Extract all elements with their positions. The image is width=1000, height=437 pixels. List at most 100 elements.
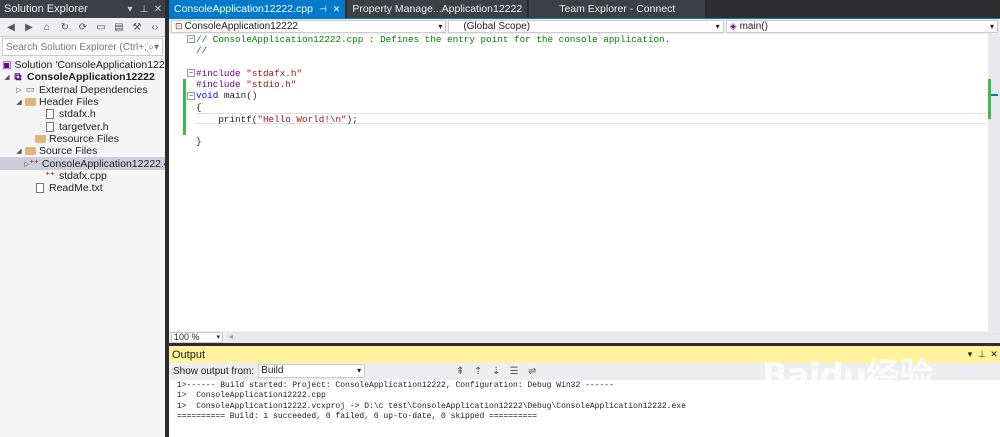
chevron-down-icon: ▾ bbox=[357, 366, 362, 375]
code-line[interactable]: void main() bbox=[196, 90, 986, 101]
keyword-token: void bbox=[196, 90, 219, 102]
tree-item-label: targetver.h bbox=[59, 120, 109, 133]
zoom-value: 100 % bbox=[174, 331, 200, 342]
code-line[interactable] bbox=[196, 57, 986, 68]
references-icon: ▭ bbox=[25, 84, 35, 95]
word-wrap-icon[interactable]: ⇌ bbox=[525, 364, 539, 378]
tree-item-label: ConsoleApplication12222 bbox=[27, 71, 155, 84]
output-source-dropdown[interactable]: Build ▾ bbox=[258, 364, 366, 378]
horizontal-scrollbar[interactable]: ◂ bbox=[227, 332, 1000, 342]
tree-item[interactable]: ◢ Source Files bbox=[0, 145, 165, 157]
find-message-icon[interactable]: ⇞ bbox=[453, 364, 467, 378]
pin-icon[interactable]: ⊣ bbox=[319, 4, 327, 15]
project-dropdown[interactable]: ⊡ ConsoleApplication12222 ▾ bbox=[171, 20, 447, 33]
code-line[interactable]: #include "stdafx.h" bbox=[196, 68, 986, 79]
code-line[interactable]: } bbox=[196, 136, 986, 147]
next-message-icon[interactable]: ⇣ bbox=[489, 364, 503, 378]
tree-item[interactable]: stdafx.h bbox=[0, 108, 165, 120]
solution-explorer-toolbar: ◀ ▶ ⌂ ↻ ⟳ ▭ ▤ ⚒ ‹› bbox=[0, 18, 165, 37]
cpp-file-icon: ⊡ bbox=[175, 21, 183, 31]
code-line[interactable]: // ConsoleApplication12222.cpp : Defines… bbox=[196, 34, 986, 45]
collapse-all-icon[interactable]: ▭ bbox=[94, 20, 108, 34]
output-line: ========== Build: 1 succeeded, 0 failed,… bbox=[177, 411, 538, 421]
solution-explorer-title: Solution Explorer bbox=[4, 3, 88, 15]
vertical-scrollbar[interactable] bbox=[988, 34, 1000, 331]
tree-item-label: ConsoleApplication12222.cpp bbox=[41, 157, 181, 170]
tree-item[interactable]: ◢ Header Files bbox=[0, 96, 165, 108]
editor-zoom-bar: 100 % ▾ ◂ bbox=[169, 331, 1000, 343]
solution-icon: ▣ bbox=[2, 59, 12, 71]
include-path: "stdio.h" bbox=[246, 79, 297, 91]
tree-item[interactable]: Resource Files bbox=[0, 133, 165, 145]
tree-item[interactable]: ▷ ▭ External Dependencies bbox=[0, 84, 165, 96]
solution-explorer-search[interactable]: ⌕▾ bbox=[2, 38, 163, 56]
sync-icon[interactable]: ↻ bbox=[58, 20, 72, 34]
back-icon[interactable]: ◀ bbox=[4, 20, 18, 34]
collapsed-arrow-icon[interactable]: ▷ bbox=[14, 86, 24, 94]
refresh-icon[interactable]: ⟳ bbox=[76, 20, 90, 34]
tree-item-label: Header Files bbox=[39, 96, 99, 109]
tab-consoleapplication-cpp[interactable]: ConsoleApplication12222.cpp ⊣ ✕ bbox=[169, 0, 346, 18]
output-text-area[interactable]: 1>------ Build started: Project: Console… bbox=[169, 380, 1000, 437]
previous-message-icon[interactable]: ⇡ bbox=[471, 364, 485, 378]
tree-item-label: Source Files bbox=[39, 145, 98, 158]
chevron-down-icon: ▾ bbox=[715, 22, 720, 31]
search-icon[interactable]: ⌕▾ bbox=[148, 42, 159, 53]
header-file-icon bbox=[44, 109, 56, 120]
output-line: 1>------ Build started: Project: Console… bbox=[177, 381, 614, 390]
solution-explorer-titlebar: Solution Explorer ▾ ⊥ ✕ bbox=[0, 0, 165, 18]
close-icon[interactable]: ✕ bbox=[988, 349, 1000, 360]
close-icon[interactable]: ✕ bbox=[333, 4, 341, 15]
folder-icon bbox=[34, 134, 46, 144]
search-input[interactable] bbox=[6, 41, 149, 53]
tree-item-label: ReadMe.txt bbox=[49, 182, 103, 195]
code-editor[interactable]: − − − // ConsoleApplication12222.cpp : D… bbox=[169, 34, 1000, 331]
tab-property-manager[interactable]: Property Manage...Application12222 bbox=[347, 0, 528, 18]
code-line-current[interactable]: printf("Hello World!\n"); bbox=[196, 113, 986, 126]
code-line[interactable]: { bbox=[196, 102, 986, 113]
output-title: Output bbox=[172, 348, 206, 361]
wrench-icon[interactable]: ⚒ bbox=[130, 20, 144, 34]
expanded-arrow-icon[interactable]: ◢ bbox=[14, 98, 24, 106]
expanded-arrow-icon[interactable]: ◢ bbox=[2, 73, 12, 81]
close-icon[interactable]: ✕ bbox=[151, 4, 165, 15]
code-line[interactable] bbox=[196, 124, 986, 135]
collapse-icon[interactable]: − bbox=[187, 35, 195, 43]
member-dropdown[interactable]: ◈ main() ▾ bbox=[725, 20, 998, 33]
dropdown-icon[interactable]: ▾ bbox=[123, 4, 137, 15]
tree-item[interactable]: ⁺⁺ stdafx.cpp bbox=[0, 170, 165, 182]
pin-icon[interactable]: ⊥ bbox=[137, 4, 151, 15]
tab-label: ConsoleApplication12222.cpp bbox=[174, 3, 313, 15]
dropdown-icon[interactable]: ▾ bbox=[964, 349, 976, 360]
output-toolbar: Show output from: Build ▾ ⇞ ⇡ ⇣ ☰ ⇌ bbox=[169, 363, 1000, 379]
scope-dropdown[interactable]: (Global Scope) ▾ bbox=[448, 20, 724, 33]
scope-dropdown-value: (Global Scope) bbox=[463, 21, 531, 32]
collapse-icon[interactable]: − bbox=[187, 69, 195, 77]
tree-item[interactable]: ReadMe.txt bbox=[0, 182, 165, 194]
output-panel: Output ▾ ⊥ ✕ Show output from: Build ▾ ⇞… bbox=[169, 346, 1000, 437]
tab-label: Property Manage...Application12222 bbox=[352, 3, 523, 15]
zoom-dropdown[interactable]: 100 % ▾ bbox=[171, 331, 223, 343]
member-dropdown-value: main() bbox=[739, 21, 768, 32]
forward-icon[interactable]: ▶ bbox=[22, 20, 36, 34]
code-line[interactable]: #include "stdio.h" bbox=[196, 79, 986, 90]
clear-all-icon[interactable]: ☰ bbox=[507, 364, 521, 378]
editor-gutter: − − − bbox=[169, 34, 195, 331]
show-output-label: Show output from: bbox=[173, 365, 255, 377]
code-view-icon[interactable]: ‹› bbox=[148, 20, 162, 34]
code-line[interactable]: // bbox=[196, 45, 986, 56]
code-area[interactable]: // ConsoleApplication12222.cpp : Defines… bbox=[196, 34, 986, 147]
call-token: printf( bbox=[196, 114, 258, 126]
document-tabs: ConsoleApplication12222.cpp ⊣ ✕ Property… bbox=[169, 0, 1000, 18]
collapse-icon[interactable]: − bbox=[187, 92, 195, 100]
home-icon[interactable]: ⌂ bbox=[40, 20, 54, 34]
expanded-arrow-icon[interactable]: ◢ bbox=[14, 147, 24, 155]
tree-item[interactable]: ◢ ⧉ ConsoleApplication12222 bbox=[0, 71, 165, 83]
tree-item-label: stdafx.h bbox=[59, 108, 96, 121]
tree-item[interactable]: ▣ Solution 'ConsoleApplication12222' (1 p… bbox=[0, 59, 229, 71]
properties-icon[interactable]: ▤ bbox=[112, 20, 126, 34]
tab-team-explorer[interactable]: Team Explorer - Connect bbox=[529, 0, 706, 18]
tree-item[interactable]: ▷ ⁺⁺ ConsoleApplication12222.cpp bbox=[0, 157, 181, 170]
pin-icon[interactable]: ⊥ bbox=[976, 349, 988, 360]
tree-item[interactable]: targetver.h bbox=[0, 120, 165, 133]
